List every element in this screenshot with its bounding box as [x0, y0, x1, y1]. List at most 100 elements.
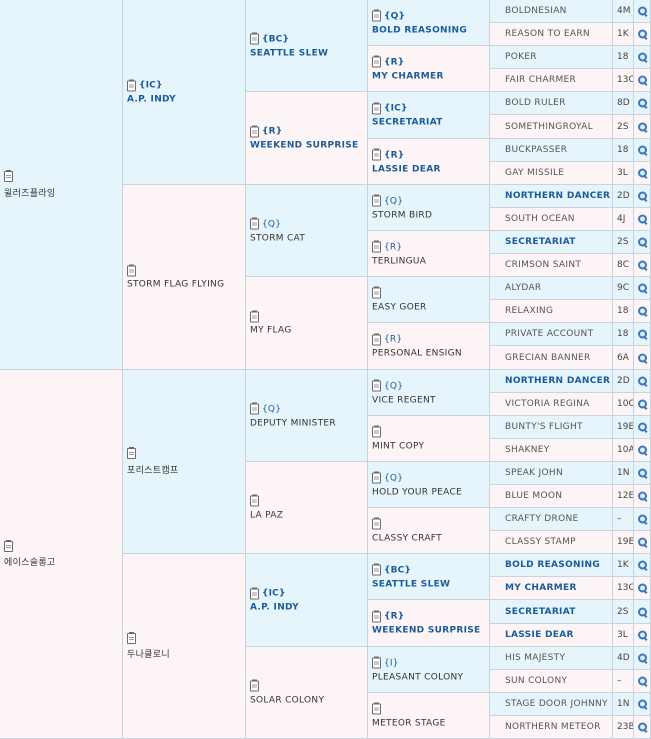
clipboard-icon[interactable] — [372, 148, 381, 161]
clipboard-icon[interactable] — [127, 631, 136, 644]
magnifier-icon[interactable] — [638, 168, 648, 180]
horse-name[interactable]: BUCKPASSER — [505, 145, 567, 155]
magnifier-icon[interactable] — [638, 560, 648, 572]
horse-name[interactable]: STORM BIRD — [372, 210, 487, 220]
magnifier-icon[interactable] — [638, 399, 648, 411]
horse-name[interactable]: BUNTY'S FLIGHT — [505, 422, 583, 432]
horse-name[interactable]: MY FLAG — [250, 326, 365, 336]
horse-name[interactable]: 윌러즈플라잉 — [4, 186, 120, 199]
horse-name[interactable]: SOLAR COLONY — [250, 695, 365, 705]
clipboard-icon[interactable] — [127, 79, 136, 91]
magnifier-icon[interactable] — [638, 676, 648, 688]
clipboard-icon[interactable] — [372, 102, 381, 114]
clipboard-icon[interactable] — [372, 425, 381, 438]
magnifier-icon[interactable] — [638, 422, 648, 434]
horse-name[interactable]: REASON TO EARN — [505, 29, 590, 39]
magnifier-icon[interactable] — [638, 445, 648, 457]
horse-name[interactable]: PRIVATE ACCOUNT — [505, 329, 593, 339]
clipboard-icon[interactable] — [372, 333, 381, 345]
horse-name[interactable]: 에이스슬롱고 — [4, 555, 120, 568]
horse-name[interactable]: A.P. INDY — [127, 95, 243, 105]
magnifier-icon[interactable] — [638, 376, 648, 388]
horse-name[interactable]: ALYDAR — [505, 283, 541, 293]
clipboard-icon[interactable] — [4, 539, 13, 552]
magnifier-icon[interactable] — [638, 260, 648, 272]
clipboard-icon[interactable] — [372, 610, 381, 622]
horse-name[interactable]: SPEAK JOHN — [505, 468, 563, 478]
magnifier-icon[interactable] — [638, 75, 648, 87]
magnifier-icon[interactable] — [638, 491, 648, 503]
clipboard-icon[interactable] — [372, 656, 381, 669]
horse-name[interactable]: BOLD RULER — [505, 98, 566, 108]
horse-name[interactable]: STAGE DOOR JOHNNY — [505, 699, 608, 709]
clipboard-icon[interactable] — [372, 55, 381, 68]
horse-name[interactable]: EASY GOER — [372, 302, 487, 312]
magnifier-icon[interactable] — [638, 145, 648, 157]
horse-name[interactable]: CRAFTY DRONE — [505, 514, 579, 524]
horse-name[interactable]: NORTHERN METEOR — [505, 722, 601, 732]
horse-name[interactable]: HOLD YOUR PEACE — [372, 487, 487, 497]
horse-name[interactable]: SECRETARIAT — [505, 607, 576, 617]
clipboard-icon[interactable] — [127, 447, 136, 459]
horse-name[interactable]: A.P. INDY — [250, 603, 365, 613]
clipboard-icon[interactable] — [372, 240, 381, 253]
horse-name[interactable]: SEATTLE SLEW — [372, 579, 487, 589]
horse-name[interactable]: BLUE MOON — [505, 491, 562, 501]
clipboard-icon[interactable] — [250, 217, 259, 230]
clipboard-icon[interactable] — [372, 286, 381, 299]
magnifier-icon[interactable] — [638, 583, 648, 595]
clipboard-icon[interactable] — [250, 310, 259, 322]
horse-name[interactable]: TERLINGUA — [372, 256, 487, 266]
horse-name[interactable]: STORM FLAG FLYING — [127, 280, 243, 290]
magnifier-icon[interactable] — [638, 329, 648, 341]
horse-name[interactable]: LA PAZ — [250, 510, 365, 520]
clipboard-icon[interactable] — [372, 702, 381, 715]
clipboard-icon[interactable] — [250, 402, 259, 415]
horse-name[interactable]: SUN COLONY — [505, 676, 567, 686]
horse-name[interactable]: LASSIE DEAR — [505, 630, 574, 640]
magnifier-icon[interactable] — [638, 653, 648, 665]
horse-name[interactable]: BOLDNESIAN — [505, 6, 567, 16]
horse-name[interactable]: SOMETHINGROYAL — [505, 122, 593, 132]
horse-name[interactable]: PERSONAL ENSIGN — [372, 349, 487, 359]
magnifier-icon[interactable] — [638, 722, 648, 734]
magnifier-icon[interactable] — [638, 514, 648, 526]
horse-name[interactable]: CLASSY CRAFT — [372, 533, 487, 543]
magnifier-icon[interactable] — [638, 537, 648, 549]
clipboard-icon[interactable] — [250, 494, 259, 507]
horse-name[interactable]: METEOR STAGE — [372, 718, 487, 728]
horse-name[interactable]: WEEKEND SURPRISE — [372, 626, 487, 636]
horse-name[interactable]: STORM CAT — [250, 233, 365, 243]
clipboard-icon[interactable] — [250, 587, 259, 599]
magnifier-icon[interactable] — [638, 699, 648, 711]
horse-name[interactable]: GAY MISSILE — [505, 168, 564, 178]
horse-name[interactable]: 포리스트캠프 — [127, 463, 243, 476]
horse-name[interactable]: DEPUTY MINISTER — [250, 418, 365, 428]
magnifier-icon[interactable] — [638, 52, 648, 64]
clipboard-icon[interactable] — [372, 517, 381, 530]
horse-name[interactable]: VICTORIA REGINA — [505, 399, 590, 409]
horse-name[interactable]: MY CHARMER — [505, 583, 577, 593]
horse-name[interactable]: BOLD REASONING — [505, 560, 600, 570]
horse-name[interactable]: PLEASANT COLONY — [372, 672, 487, 682]
clipboard-icon[interactable] — [4, 170, 13, 182]
magnifier-icon[interactable] — [638, 122, 648, 133]
clipboard-icon[interactable] — [372, 563, 381, 576]
horse-name[interactable]: SEATTLE SLEW — [250, 48, 365, 58]
clipboard-icon[interactable] — [372, 9, 381, 22]
magnifier-icon[interactable] — [638, 306, 648, 318]
clipboard-icon[interactable] — [250, 679, 259, 692]
clipboard-icon[interactable] — [127, 264, 136, 276]
magnifier-icon[interactable] — [638, 98, 648, 110]
magnifier-icon[interactable] — [638, 353, 648, 364]
magnifier-icon[interactable] — [638, 214, 648, 226]
horse-name[interactable]: 두나클로니 — [127, 647, 243, 660]
clipboard-icon[interactable] — [372, 471, 381, 484]
horse-name[interactable]: VICE REGENT — [372, 395, 487, 405]
magnifier-icon[interactable] — [638, 6, 648, 18]
horse-name[interactable]: SECRETARIAT — [372, 118, 487, 128]
magnifier-icon[interactable] — [638, 283, 648, 295]
magnifier-icon[interactable] — [638, 191, 648, 203]
clipboard-icon[interactable] — [372, 194, 381, 207]
horse-name[interactable]: HIS MAJESTY — [505, 653, 565, 663]
